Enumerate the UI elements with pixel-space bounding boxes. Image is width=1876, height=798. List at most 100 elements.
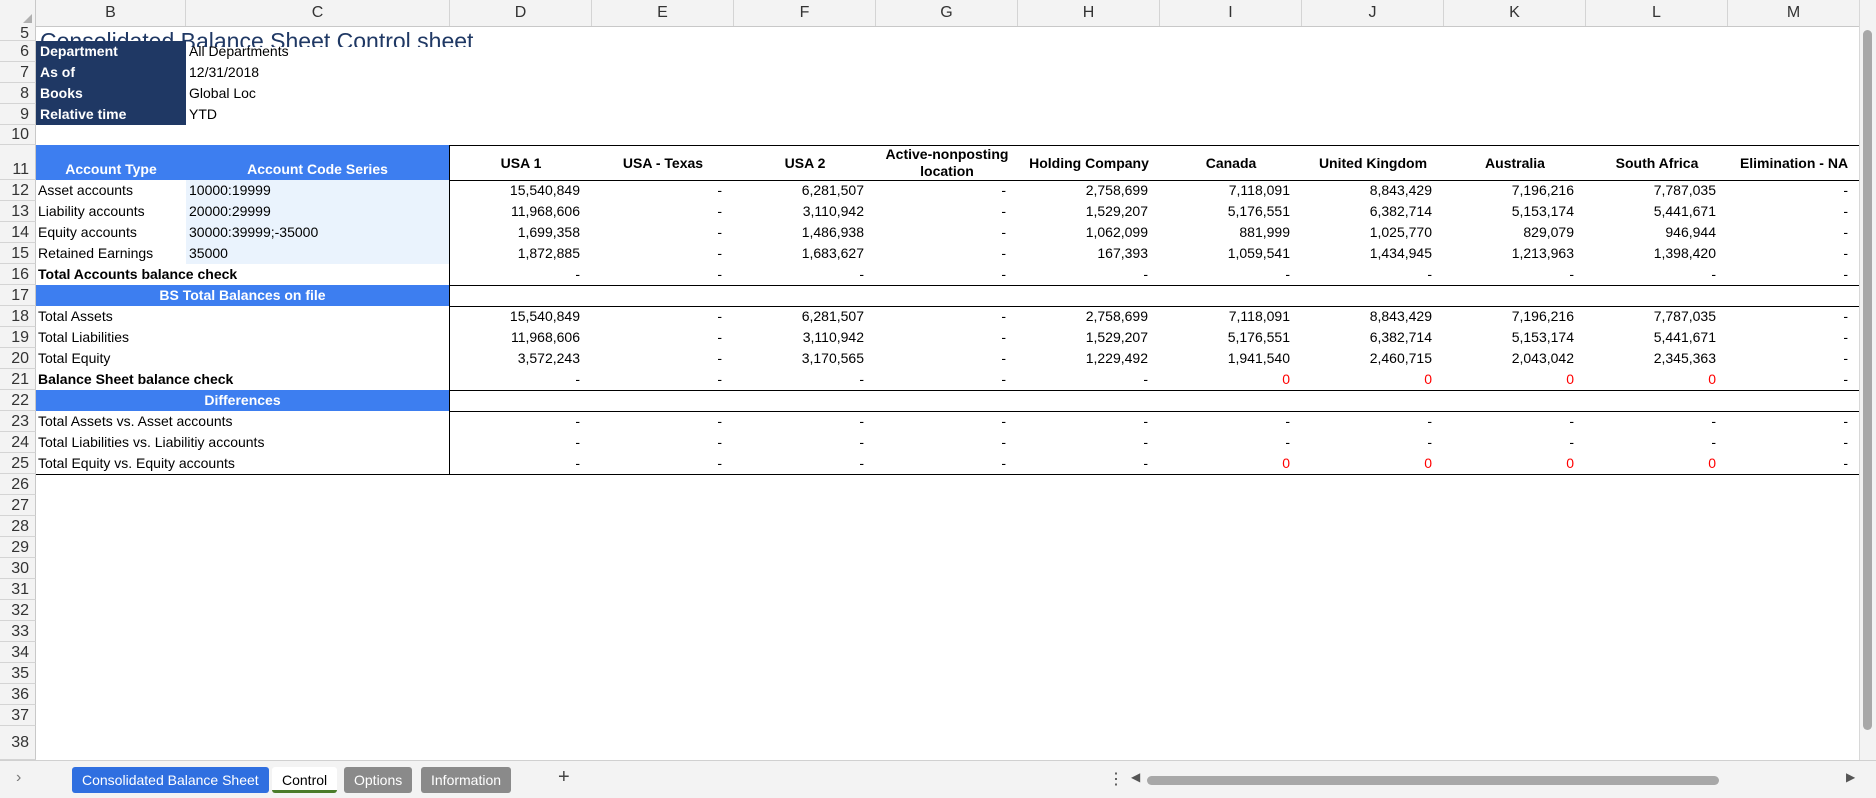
scroll-left-icon[interactable]: ◀	[1131, 770, 1140, 784]
accounts-check-value: -	[1569, 266, 1574, 282]
account-row-value: -	[1001, 203, 1006, 219]
param-label: Books	[36, 83, 186, 104]
sheet-tab[interactable]: Information	[421, 767, 512, 793]
row-header-7[interactable]: 7	[0, 62, 36, 83]
column-header-l[interactable]: L	[1586, 0, 1728, 26]
row-header-22[interactable]: 22	[0, 390, 36, 411]
row-header-28[interactable]: 28	[0, 516, 36, 537]
total-row-value: 3,572,243	[517, 350, 580, 366]
row-header-19[interactable]: 19	[0, 327, 36, 348]
row-header-8[interactable]: 8	[0, 83, 36, 104]
entity-header: USA 2	[734, 145, 876, 180]
row-header-34[interactable]: 34	[0, 642, 36, 663]
column-header-g[interactable]: G	[876, 0, 1018, 26]
difference-row-value: -	[1001, 413, 1006, 429]
entity-header: Canada	[1160, 145, 1302, 180]
row-header-13[interactable]: 13	[0, 201, 36, 222]
account-row-value: 1,062,099	[1085, 224, 1148, 240]
param-value[interactable]: All Departments	[186, 41, 450, 62]
row-header-6[interactable]: 6	[0, 41, 36, 62]
bs-check-value: 0	[1424, 371, 1432, 387]
row-header-16[interactable]: 16	[0, 264, 36, 285]
column-header-j[interactable]: J	[1302, 0, 1444, 26]
add-sheet-button[interactable]: +	[558, 766, 570, 789]
bs-check-label: Balance Sheet balance check	[36, 369, 450, 390]
row-header-25[interactable]: 25	[0, 453, 36, 474]
row-header-32[interactable]: 32	[0, 600, 36, 621]
difference-row-value: 0	[1708, 455, 1716, 471]
table-border-line	[449, 145, 450, 474]
row-header-17[interactable]: 17	[0, 285, 36, 306]
column-header-c[interactable]: C	[186, 0, 450, 26]
column-header-d[interactable]: D	[450, 0, 592, 26]
table-border-line	[450, 411, 1860, 412]
row-header-33[interactable]: 33	[0, 621, 36, 642]
column-header-h[interactable]: H	[1018, 0, 1160, 26]
sheet-tab[interactable]: Control	[272, 767, 338, 793]
account-code[interactable]: 20000:29999	[186, 201, 450, 222]
entity-header: Elimination - NA	[1728, 145, 1860, 180]
entity-header: Active-nonposting location	[876, 145, 1018, 180]
vertical-scrollbar[interactable]	[1859, 0, 1876, 760]
horizontal-scroll-thumb[interactable]	[1147, 776, 1719, 785]
param-value[interactable]: YTD	[186, 104, 450, 125]
row-header-35[interactable]: 35	[0, 663, 36, 684]
entity-header: USA - Texas	[592, 145, 734, 180]
account-code[interactable]: 35000	[186, 243, 450, 264]
column-header-b[interactable]: B	[36, 0, 186, 26]
account-row-value: 1,872,885	[517, 245, 580, 261]
column-header-k[interactable]: K	[1444, 0, 1586, 26]
row-header-20[interactable]: 20	[0, 348, 36, 369]
column-header-m[interactable]: M	[1728, 0, 1860, 26]
row-header-36[interactable]: 36	[0, 684, 36, 705]
row-header-14[interactable]: 14	[0, 222, 36, 243]
difference-row-value: 0	[1282, 455, 1290, 471]
row-header-37[interactable]: 37	[0, 705, 36, 726]
table-border-line	[450, 306, 1860, 307]
row-header-18[interactable]: 18	[0, 306, 36, 327]
account-code[interactable]: 10000:19999	[186, 180, 450, 201]
row-header-24[interactable]: 24	[0, 432, 36, 453]
scroll-right-icon[interactable]: ▶	[1846, 770, 1855, 784]
sheet-tab[interactable]: Consolidated Balance Sheet	[72, 767, 269, 793]
row-header-5[interactable]: 5	[0, 26, 36, 42]
tab-nav-arrow[interactable]: ›	[16, 769, 21, 787]
entity-header: USA 1	[450, 145, 592, 180]
column-header-i[interactable]: I	[1160, 0, 1302, 26]
row-header-38[interactable]: 38	[0, 726, 36, 760]
row-header-23[interactable]: 23	[0, 411, 36, 432]
account-row-value: -	[1001, 245, 1006, 261]
row-header-29[interactable]: 29	[0, 537, 36, 558]
row-header-30[interactable]: 30	[0, 558, 36, 579]
more-options-icon[interactable]: ⋮	[1108, 769, 1124, 789]
total-row-value: -	[717, 350, 722, 366]
column-header-e[interactable]: E	[592, 0, 734, 26]
row-header-15[interactable]: 15	[0, 243, 36, 264]
vertical-scroll-thumb[interactable]	[1863, 30, 1872, 730]
row-header-21[interactable]: 21	[0, 369, 36, 390]
row-header-31[interactable]: 31	[0, 579, 36, 600]
column-header-f[interactable]: F	[734, 0, 876, 26]
sheet-tab[interactable]: Options	[344, 767, 413, 793]
row-header-10[interactable]: 10	[0, 125, 36, 145]
account-row-value: 5,441,671	[1653, 203, 1716, 219]
account-row-value: 829,079	[1523, 224, 1574, 240]
account-row-value: 1,025,770	[1369, 224, 1432, 240]
total-row-value: 7,118,091	[1228, 308, 1290, 324]
row-header-9[interactable]: 9	[0, 104, 36, 125]
param-label: Department	[36, 41, 186, 62]
param-value[interactable]: Global Loc	[186, 83, 450, 104]
difference-row-value: -	[717, 413, 722, 429]
difference-row-value: -	[1843, 434, 1848, 450]
row-header-11[interactable]: 11	[0, 145, 36, 180]
account-row-value: -	[717, 245, 722, 261]
row-header-27[interactable]: 27	[0, 495, 36, 516]
total-row-value: 2,043,042	[1511, 350, 1574, 366]
select-all-corner[interactable]	[0, 0, 36, 26]
account-row-value: 6,281,507	[801, 182, 864, 198]
param-value[interactable]: 12/31/2018	[186, 62, 450, 83]
column-header-bar: BCDEFGHIJKLM	[0, 0, 1860, 27]
row-header-26[interactable]: 26	[0, 474, 36, 495]
account-code[interactable]: 30000:39999;-35000	[186, 222, 450, 243]
row-header-12[interactable]: 12	[0, 180, 36, 201]
